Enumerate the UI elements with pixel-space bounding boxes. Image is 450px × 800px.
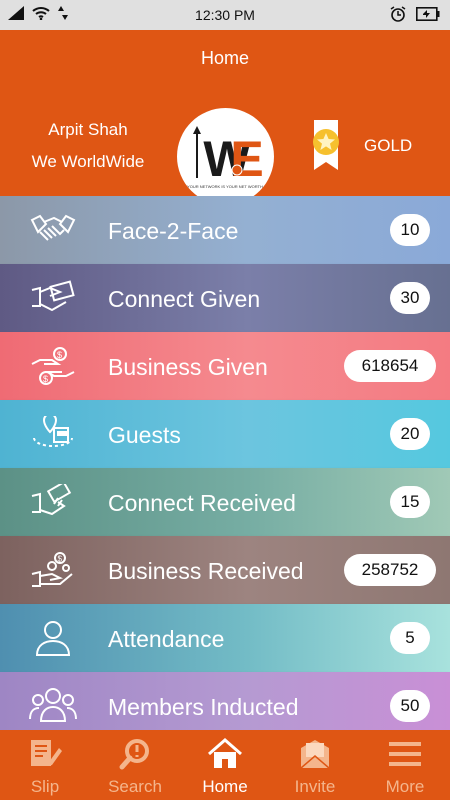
nav-label: Search: [108, 777, 162, 796]
menu-label: Guests: [108, 422, 181, 448]
wifi-icon: [32, 7, 50, 20]
brand-logo: W E YOUR NETWORK IS YOUR NET WORTH: [177, 108, 274, 205]
money-receive-icon: $: [28, 548, 78, 592]
menu-item-business-received[interactable]: $ Business Received 258752: [0, 536, 450, 604]
menu-label: Connect Received: [108, 490, 296, 516]
connect-give-icon: [28, 276, 78, 320]
signal-icon: [8, 6, 24, 20]
menu-item-connect-received[interactable]: Connect Received 15: [0, 468, 450, 536]
status-time: 12:30 PM: [195, 7, 255, 23]
nav-label: Slip: [30, 777, 60, 796]
dashboard-menu: Face-2-Face 10 Connect Given 30 $ $ Busi…: [0, 196, 450, 730]
group-icon: [28, 684, 78, 728]
svg-text:$: $: [43, 374, 48, 384]
count-badge: 258752: [344, 554, 436, 586]
gold-medal-icon: [313, 120, 339, 170]
nav-invite[interactable]: Invite: [270, 730, 360, 800]
count-badge: 50: [390, 690, 430, 722]
nav-home[interactable]: Home: [180, 730, 270, 800]
location-building-icon: [28, 412, 78, 456]
money-give-icon: $ $: [28, 344, 78, 388]
menu-item-face-2-face[interactable]: Face-2-Face 10: [0, 196, 450, 264]
menu-label: Face-2-Face: [108, 218, 239, 244]
alarm-icon: [390, 6, 406, 22]
person-icon: [28, 616, 78, 660]
count-badge: 618654: [344, 350, 436, 382]
menu-label: Business Received: [108, 558, 304, 584]
tier-label: GOLD: [364, 136, 413, 155]
nav-slip[interactable]: Slip: [0, 730, 90, 800]
nav-label: Home: [202, 777, 248, 796]
search-icon: [119, 739, 149, 770]
nav-label: Invite: [294, 777, 336, 796]
home-icon: [208, 738, 242, 768]
we-logo-icon: W E YOUR NETWORK IS YOUR NET WORTH: [187, 126, 264, 189]
nav-more[interactable]: More: [360, 730, 450, 800]
menu-item-guests[interactable]: Guests 20: [0, 400, 450, 468]
menu-label: Members Inducted: [108, 694, 299, 720]
data-arrows-icon: [58, 6, 68, 20]
menu-item-business-given[interactable]: $ $ Business Given 618654: [0, 332, 450, 400]
handshake-icon: [28, 208, 78, 252]
count-badge: 15: [390, 486, 430, 518]
connect-receive-icon: [28, 480, 78, 524]
org-name: We WorldWide: [31, 152, 145, 171]
user-name: Arpit Shah: [48, 120, 128, 139]
logo-tagline: YOUR NETWORK IS YOUR NET WORTH: [187, 184, 263, 189]
status-left: [8, 6, 68, 20]
menu-label: Business Given: [108, 354, 268, 380]
battery-icon: [416, 7, 440, 21]
nav-search[interactable]: Search: [90, 730, 180, 800]
menu-item-members-inducted[interactable]: Members Inducted 50: [0, 672, 450, 730]
menu-item-attendance[interactable]: Attendance 5: [0, 604, 450, 672]
slip-icon: [31, 740, 62, 766]
svg-text:$: $: [57, 350, 62, 360]
status-right: [390, 6, 440, 22]
menu-label: Connect Given: [108, 286, 261, 312]
svg-text:$: $: [58, 555, 63, 564]
bottom-nav: Slip Search Home Invite More: [0, 730, 450, 800]
count-badge: 5: [390, 622, 430, 654]
menu-label: Attendance: [108, 626, 225, 652]
invite-icon: [300, 740, 330, 769]
status-bar: 12:30 PM: [0, 0, 450, 30]
count-badge: 20: [390, 418, 430, 450]
menu-icon: [389, 742, 421, 766]
svg-text:E: E: [230, 131, 263, 187]
app-header: Home Arpit Shah We WorldWide W E YOUR NE…: [0, 30, 450, 205]
count-badge: 10: [390, 214, 430, 246]
nav-label: More: [385, 777, 425, 796]
page-title: Home: [200, 48, 249, 68]
menu-item-connect-given[interactable]: Connect Given 30: [0, 264, 450, 332]
count-badge: 30: [390, 282, 430, 314]
